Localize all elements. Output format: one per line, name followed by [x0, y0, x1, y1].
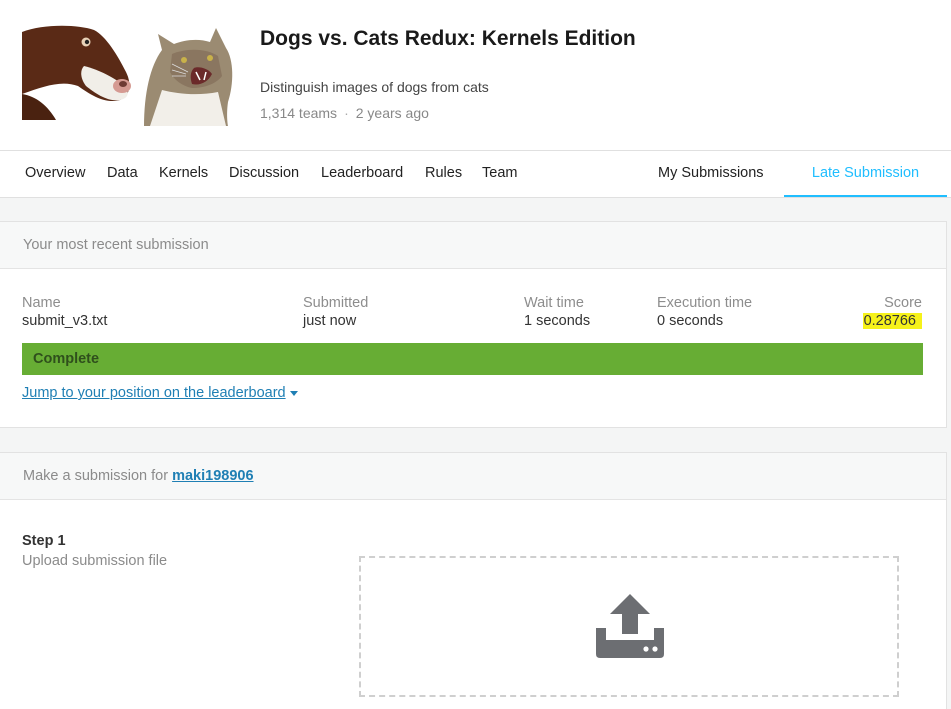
submitted-value: just now: [303, 313, 357, 329]
submitted-header: Submitted: [303, 295, 369, 311]
status-badge: Complete: [22, 343, 923, 375]
step-title: Step 1: [22, 533, 66, 549]
wait-time-value: 1 seconds: [524, 313, 591, 329]
tab-team[interactable]: Team: [482, 151, 517, 197]
file-upload-dropzone[interactable]: [359, 556, 899, 697]
step-subtitle: Upload submission file: [22, 553, 168, 569]
score-column: Score 0.28766: [862, 295, 922, 329]
competition-meta: 1,314 teams · 2 years ago: [260, 105, 429, 121]
tab-late-submission[interactable]: Late Submission: [784, 151, 947, 197]
competition-header: Dogs vs. Cats Redux: Kernels Edition Dis…: [0, 0, 951, 151]
username-link[interactable]: maki198906: [172, 468, 253, 484]
submitted-column: Submitted just now: [303, 295, 368, 329]
competition-subtitle: Distinguish images of dogs from cats: [260, 79, 489, 95]
competition-age: 2 years ago: [355, 105, 429, 121]
name-value: submit_v3.txt: [22, 313, 108, 329]
tab-leaderboard[interactable]: Leaderboard: [321, 151, 403, 197]
score-value: 0.28766: [862, 313, 922, 329]
recent-submission-card: Your most recent submission Name submit_…: [0, 221, 947, 428]
caret-down-icon: [289, 390, 298, 396]
wait-time-header: Wait time: [524, 295, 584, 311]
page-title: Dogs vs. Cats Redux: Kernels Edition: [260, 27, 636, 50]
name-column: Name submit_v3.txt: [22, 295, 107, 329]
jump-to-leaderboard-link[interactable]: Jump to your position on the leaderboard: [22, 385, 298, 401]
tab-kernels[interactable]: Kernels: [159, 151, 208, 197]
score-header: Score: [884, 295, 922, 311]
make-submission-label: Make a submission for: [23, 468, 173, 484]
meta-separator: ·: [344, 105, 349, 121]
execution-time-column: Execution time 0 seconds: [657, 295, 752, 329]
competition-nav: Overview Data Kernels Discussion Leaderb…: [0, 151, 951, 198]
jump-link-label: Jump to your position on the leaderboard: [22, 385, 286, 401]
tab-rules[interactable]: Rules: [425, 151, 462, 197]
name-header: Name: [22, 295, 61, 311]
upload-icon: [596, 594, 664, 658]
wait-time-column: Wait time 1 seconds: [524, 295, 590, 329]
recent-submission-heading: Your most recent submission: [0, 222, 946, 269]
tab-discussion[interactable]: Discussion: [229, 151, 299, 197]
teams-count: 1,314 teams: [260, 105, 338, 121]
competition-image: [22, 24, 234, 126]
tab-my-submissions[interactable]: My Submissions: [658, 151, 764, 197]
execution-time-header: Execution time: [657, 295, 753, 311]
execution-time-value: 0 seconds: [657, 313, 724, 329]
tab-data[interactable]: Data: [107, 151, 138, 197]
make-submission-heading: Make a submission for maki198906: [0, 453, 946, 500]
make-submission-card: Make a submission for maki198906 Step 1 …: [0, 452, 947, 709]
tab-overview[interactable]: Overview: [25, 151, 85, 197]
